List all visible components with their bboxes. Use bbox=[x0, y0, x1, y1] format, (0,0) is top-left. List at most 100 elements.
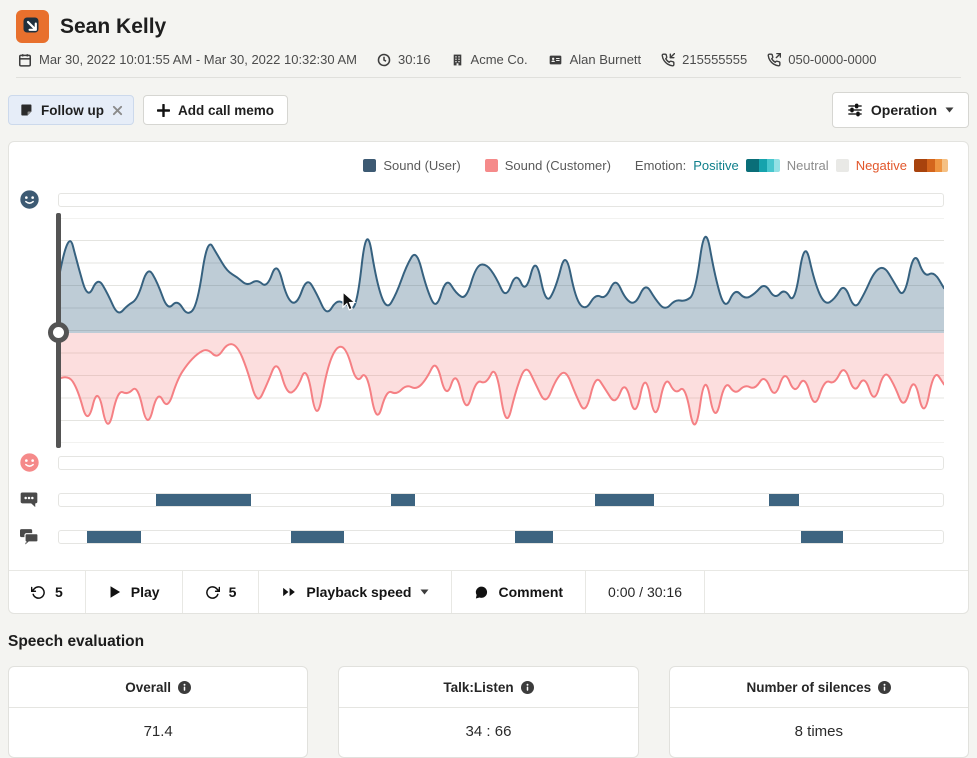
talk-listen-card-title: Talk:Listen bbox=[443, 680, 513, 695]
info-icon[interactable] bbox=[178, 681, 191, 694]
meta-date-range-text: Mar 30, 2022 10:01:55 AM - Mar 30, 2022 … bbox=[39, 52, 357, 67]
talk-segment[interactable] bbox=[391, 494, 416, 506]
playhead-handle[interactable] bbox=[48, 322, 69, 343]
meta-duration: 30:16 bbox=[377, 52, 431, 67]
fast-forward-icon bbox=[281, 585, 297, 599]
legend-emotion: Emotion: Positive Neutral Negative bbox=[635, 158, 948, 173]
comment-button[interactable]: Comment bbox=[452, 571, 586, 613]
meta-company: Acme Co. bbox=[451, 52, 528, 67]
talk-segment[interactable] bbox=[156, 494, 251, 506]
overall-card-title: Overall bbox=[125, 680, 171, 695]
forward-5-button[interactable]: 5 bbox=[183, 571, 260, 613]
customer-emotion-strip bbox=[58, 456, 944, 470]
play-label: Play bbox=[131, 584, 160, 600]
playback-speed-button[interactable]: Playback speed bbox=[259, 571, 452, 613]
customer-talk-strip[interactable] bbox=[58, 530, 944, 544]
customer-smiley-icon bbox=[9, 452, 58, 473]
toolbar: Follow up Add call memo Operation bbox=[0, 78, 977, 141]
arrow-down-right-icon bbox=[22, 16, 43, 37]
rotate-ccw-icon bbox=[31, 585, 46, 600]
user-talk-strip[interactable] bbox=[58, 493, 944, 507]
phone-incoming-icon bbox=[661, 53, 675, 67]
comment-label: Comment bbox=[498, 584, 563, 600]
talk-listen-card-value: 34 : 66 bbox=[339, 708, 637, 757]
meta-company-text: Acme Co. bbox=[471, 52, 528, 67]
meta-contact-text: Alan Burnett bbox=[570, 52, 642, 67]
building-icon bbox=[451, 53, 464, 67]
meta-date-range: Mar 30, 2022 10:01:55 AM - Mar 30, 2022 … bbox=[18, 52, 357, 67]
playback-bar: 5 Play 5 Playback speed bbox=[9, 570, 968, 613]
chevron-down-icon bbox=[420, 589, 429, 595]
chevron-down-icon bbox=[945, 107, 954, 113]
silences-card: Number of silences 8 times bbox=[669, 666, 969, 758]
play-button[interactable]: Play bbox=[86, 571, 183, 613]
legend-sound-customer: Sound (Customer) bbox=[485, 158, 611, 173]
add-call-memo-label: Add call memo bbox=[178, 103, 274, 118]
calendar-icon bbox=[18, 53, 32, 67]
speech-evaluation-heading: Speech evaluation bbox=[8, 633, 977, 651]
app-header: Sean Kelly Mar 30, 2022 10:01:55 AM - Ma… bbox=[0, 0, 977, 78]
meta-phone-from-text: 215555555 bbox=[682, 52, 747, 67]
add-call-memo-button[interactable]: Add call memo bbox=[143, 95, 288, 125]
call-meta-row: Mar 30, 2022 10:01:55 AM - Mar 30, 2022 … bbox=[18, 52, 961, 67]
customer-color-swatch bbox=[485, 159, 498, 172]
emotion-label: Emotion: bbox=[635, 158, 686, 173]
chart-legend: Sound (User) Sound (Customer) Emotion: P… bbox=[9, 142, 968, 183]
call-audio-card: Sound (User) Sound (Customer) Emotion: P… bbox=[8, 141, 969, 614]
positive-gradient-swatch bbox=[746, 159, 780, 172]
clock-icon bbox=[377, 53, 391, 67]
double-chat-bubble-icon bbox=[9, 527, 58, 547]
user-emotion-strip bbox=[58, 193, 944, 207]
overall-card-value: 71.4 bbox=[9, 708, 307, 757]
user-color-swatch bbox=[363, 159, 376, 172]
phone-outgoing-icon bbox=[767, 53, 781, 67]
negative-gradient-swatch bbox=[914, 159, 948, 172]
chat-bubble-icon bbox=[9, 490, 58, 510]
id-card-icon bbox=[548, 53, 563, 67]
talk-listen-card: Talk:Listen 34 : 66 bbox=[338, 666, 638, 758]
legend-sound-customer-label: Sound (Customer) bbox=[505, 158, 611, 173]
operation-label: Operation bbox=[871, 102, 937, 118]
info-icon[interactable] bbox=[521, 681, 534, 694]
waveform-chart[interactable] bbox=[58, 218, 944, 443]
talk-segment[interactable] bbox=[87, 531, 141, 543]
forward-5-label: 5 bbox=[229, 584, 237, 600]
talk-segment[interactable] bbox=[769, 494, 799, 506]
meta-contact: Alan Burnett bbox=[548, 52, 642, 67]
meta-phone-to: 050-0000-0000 bbox=[767, 52, 876, 67]
call-direction-logo bbox=[16, 10, 49, 43]
sliders-icon bbox=[847, 103, 863, 117]
overall-card: Overall 71.4 bbox=[8, 666, 308, 758]
user-emotion-row bbox=[9, 189, 968, 210]
talk-segment[interactable] bbox=[291, 531, 344, 543]
playback-speed-label: Playback speed bbox=[306, 584, 411, 600]
meta-phone-to-text: 050-0000-0000 bbox=[788, 52, 876, 67]
legend-sound-user: Sound (User) bbox=[363, 158, 460, 173]
emotion-negative-label: Negative bbox=[856, 158, 907, 173]
talk-segment[interactable] bbox=[595, 494, 654, 506]
evaluation-cards: Overall 71.4 Talk:Listen 34 : 66 Number … bbox=[8, 666, 969, 758]
plus-icon bbox=[157, 104, 170, 117]
emotion-neutral-label: Neutral bbox=[787, 158, 829, 173]
page-title: Sean Kelly bbox=[60, 15, 166, 39]
rewind-5-button[interactable]: 5 bbox=[9, 571, 86, 613]
waveform-svg bbox=[58, 218, 944, 443]
play-icon bbox=[108, 585, 122, 599]
neutral-swatch bbox=[836, 159, 849, 172]
emotion-positive-label: Positive bbox=[693, 158, 739, 173]
talk-segment[interactable] bbox=[801, 531, 843, 543]
remove-tag-icon[interactable] bbox=[112, 105, 123, 116]
rotate-cw-icon bbox=[205, 585, 220, 600]
follow-up-tag-label: Follow up bbox=[41, 103, 104, 118]
silences-card-value: 8 times bbox=[670, 708, 968, 757]
meta-duration-text: 30:16 bbox=[398, 52, 431, 67]
operation-button[interactable]: Operation bbox=[832, 92, 969, 128]
comment-icon bbox=[474, 585, 489, 600]
time-display: 0:00 / 30:16 bbox=[586, 571, 705, 613]
follow-up-tag[interactable]: Follow up bbox=[8, 95, 134, 125]
silences-card-title: Number of silences bbox=[747, 680, 872, 695]
talk-segment[interactable] bbox=[515, 531, 553, 543]
memo-note-icon bbox=[19, 103, 33, 117]
info-icon[interactable] bbox=[878, 681, 891, 694]
meta-phone-from: 215555555 bbox=[661, 52, 747, 67]
